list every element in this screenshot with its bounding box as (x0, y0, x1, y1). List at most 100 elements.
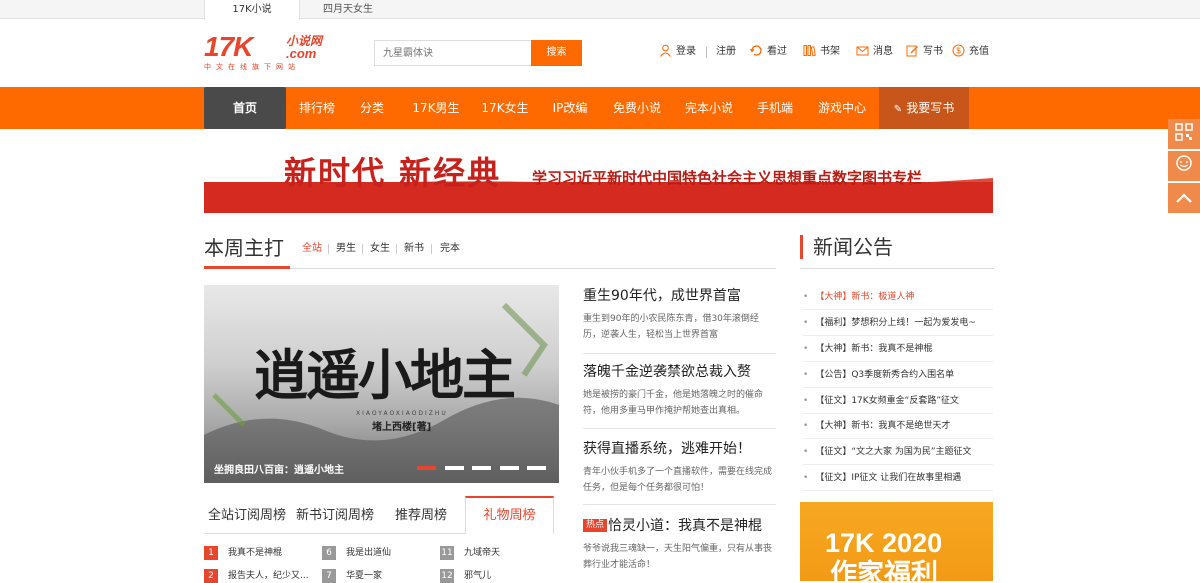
feedback-button[interactable] (1168, 151, 1200, 181)
recharge-link[interactable]: $ 充值 (952, 44, 989, 60)
rank-tab-new[interactable]: 新书订阅周榜 (292, 498, 378, 534)
rank-title: 邪气儿 (464, 571, 492, 581)
tab-separator (362, 244, 363, 254)
carousel-dot-5[interactable] (527, 466, 546, 470)
news-title-bar (800, 235, 803, 259)
banner-title: 新时代 新经典 (284, 154, 502, 192)
search-input[interactable] (374, 40, 531, 66)
nav-write-book[interactable]: ✎ 我要写书 (879, 87, 969, 129)
carousel-dot-3[interactable] (472, 466, 491, 470)
rank-item[interactable]: 6 我是出道仙 (322, 546, 391, 560)
nav-item-female[interactable]: 17K女生 (474, 87, 536, 129)
rank-title: 九域帝天 (464, 548, 501, 558)
nav-item-free[interactable]: 免费小说 (605, 87, 669, 129)
writer-welfare-ad[interactable]: 17K 2020 作家福利 (800, 502, 993, 581)
nav-item-games[interactable]: 游戏中心 (810, 87, 874, 129)
news-divider (800, 268, 994, 269)
carousel-dot-4[interactable] (500, 466, 519, 470)
rank-item[interactable]: 1 我真不是神棍 (204, 546, 282, 560)
qrcode-button[interactable] (1168, 119, 1200, 149)
nav-item-male[interactable]: 17K男生 (404, 87, 468, 129)
story-desc: 爷爷说我三魂缺一，天生阳气偏重，只有从事丧葬行业才能活命！ (583, 544, 773, 570)
bookshelf-link[interactable]: 书架 (803, 44, 840, 60)
ad-line-2: 作家福利 (830, 559, 938, 582)
weekly-tab-female[interactable]: 女生 (370, 242, 390, 256)
news-section-title: 新闻公告 (813, 235, 893, 259)
hero-caption: 坐拥良田八百亩：逍遥小地主 (214, 465, 344, 476)
search-button[interactable]: 搜索 (531, 40, 582, 66)
register-link[interactable]: 注册 (716, 44, 736, 60)
write-icon (906, 44, 919, 57)
nav-item-category[interactable]: 分类 (350, 87, 394, 129)
tab-separator (328, 244, 329, 254)
nav-home[interactable]: 首页 (204, 87, 286, 129)
news-item[interactable]: 【福利】梦想积分上线！一起为爱发电~ (803, 310, 993, 336)
tab-separator (396, 244, 397, 254)
carousel-dot-1[interactable] (417, 466, 436, 470)
history-label: 看过 (767, 46, 787, 57)
write-link[interactable]: 写书 (906, 44, 943, 60)
message-label: 消息 (873, 46, 893, 57)
story-item[interactable]: 落魄千金逆袭禁欲总裁入赘 她是被捞的豪门千金，他是她落魄之时的催命符，他用多重马… (583, 363, 776, 419)
news-item[interactable]: 【大神】新书：极道人神 (803, 284, 993, 310)
story-title[interactable]: 落魄千金逆袭禁欲总裁入赘 (583, 363, 776, 381)
rank-title: 华夏一家 (346, 571, 383, 581)
history-icon (749, 44, 763, 57)
login-label: 登录 (676, 46, 696, 57)
story-desc: 重生到90年的小农民陈东青，借30年滚倒经历，逆袭人生，轻松当上世界首富 (583, 314, 759, 340)
news-item[interactable]: 【大神】新书：我真不是绝世天才 (803, 413, 993, 439)
story-divider (583, 353, 776, 354)
story-title[interactable]: 重生90年代，成世界首富 (583, 287, 776, 305)
news-item[interactable]: 【公告】Q3季度新秀合约入围名单 (803, 362, 993, 388)
weekly-tab-complete[interactable]: 完本 (440, 242, 460, 256)
story-item[interactable]: 热点 恰灵小道：我真不是神棍 爷爷说我三魂缺一，天生阳气偏重，只有从事丧葬行业才能… (583, 517, 776, 573)
ad-line-1: 17K 2020 (825, 528, 943, 558)
history-link[interactable]: 看过 (749, 44, 787, 60)
site-tab-sytns[interactable]: 四月天女生 (300, 0, 396, 19)
site-logo[interactable]: 17K 小说网 .com 中文在线旗下网站 (204, 33, 332, 73)
story-item[interactable]: 获得直播系统，逃难开始！ 青年小伙手机多了一个直播软件，需要在线完成任务，但是每… (583, 440, 776, 496)
news-item[interactable]: 【征文】“文之大家 为国为民”主题征文 (803, 439, 993, 465)
rank-tab-all[interactable]: 全站订阅周榜 (204, 498, 290, 534)
side-toolbar (1168, 119, 1200, 215)
logo-com-text: .com (286, 46, 317, 61)
news-item[interactable]: 【大神】新书：我真不是神棍 (803, 336, 993, 362)
hero-carousel[interactable]: 逍遥小地主 XIAOYAOXIAODIZHU 堵上西楼[著] 坐拥良田八百亩：逍… (204, 285, 559, 483)
site-tab-17k[interactable]: 17K小说 (204, 0, 300, 20)
user-icon (659, 44, 672, 57)
news-item[interactable]: 【征文】IP征文 让我们在故事里相遇 (803, 465, 993, 491)
promo-banner[interactable]: 新时代 新经典 学习习近平新时代中国特色社会主义思想重点数字图书专栏 (204, 148, 993, 213)
weekly-tab-all[interactable]: 全站 (302, 242, 322, 256)
qrcode-icon (1175, 123, 1193, 145)
banner-subtitle: 学习习近平新时代中国特色社会主义思想重点数字图书专栏 (532, 169, 923, 187)
weekly-title-underline (204, 266, 290, 269)
carousel-dot-2[interactable] (445, 466, 464, 470)
story-title[interactable]: 获得直播系统，逃难开始！ (583, 440, 776, 458)
bookshelf-label: 书架 (820, 46, 840, 57)
weekly-tab-male[interactable]: 男生 (336, 242, 356, 256)
login-link[interactable]: 登录 (659, 44, 696, 60)
story-item[interactable]: 重生90年代，成世界首富 重生到90年的小农民陈东青，借30年滚倒经历，逆袭人生… (583, 287, 776, 343)
nav-item-ip[interactable]: IP改编 (543, 87, 597, 129)
nav-item-ranking[interactable]: 排行榜 (290, 87, 344, 129)
rank-number: 1 (204, 546, 218, 560)
story-title[interactable]: 热点 恰灵小道：我真不是神棍 (583, 517, 776, 535)
nav-item-mobile[interactable]: 手机端 (749, 87, 801, 129)
hero-author: 堵上西楼[著] (372, 422, 432, 433)
rank-item[interactable]: 11 九域帝天 (440, 546, 500, 560)
hot-badge: 热点 (583, 519, 608, 532)
news-item[interactable]: 【征文】17K女频重金“反套路”征文 (803, 388, 993, 414)
back-to-top-button[interactable] (1168, 183, 1200, 213)
story-desc: 青年小伙手机多了一个直播软件，需要在线完成任务，但是每个任务都很可怕！ (583, 467, 773, 493)
nav-write-label: 我要写书 (906, 101, 955, 115)
message-link[interactable]: 消息 (856, 44, 893, 60)
weekly-tab-new[interactable]: 新书 (404, 242, 424, 256)
chat-icon (1174, 155, 1194, 177)
rank-tab-gift[interactable]: 礼物周榜 (465, 496, 554, 534)
rank-tab-recommend[interactable]: 推荐周榜 (382, 498, 460, 534)
message-icon (856, 44, 869, 57)
logo-tagline: 中文在线旗下网站 (204, 63, 300, 71)
logo-main-text: 17K (204, 31, 253, 62)
hero-book-title: 逍遥小地主 (254, 343, 516, 407)
nav-item-complete[interactable]: 完本小说 (677, 87, 741, 129)
